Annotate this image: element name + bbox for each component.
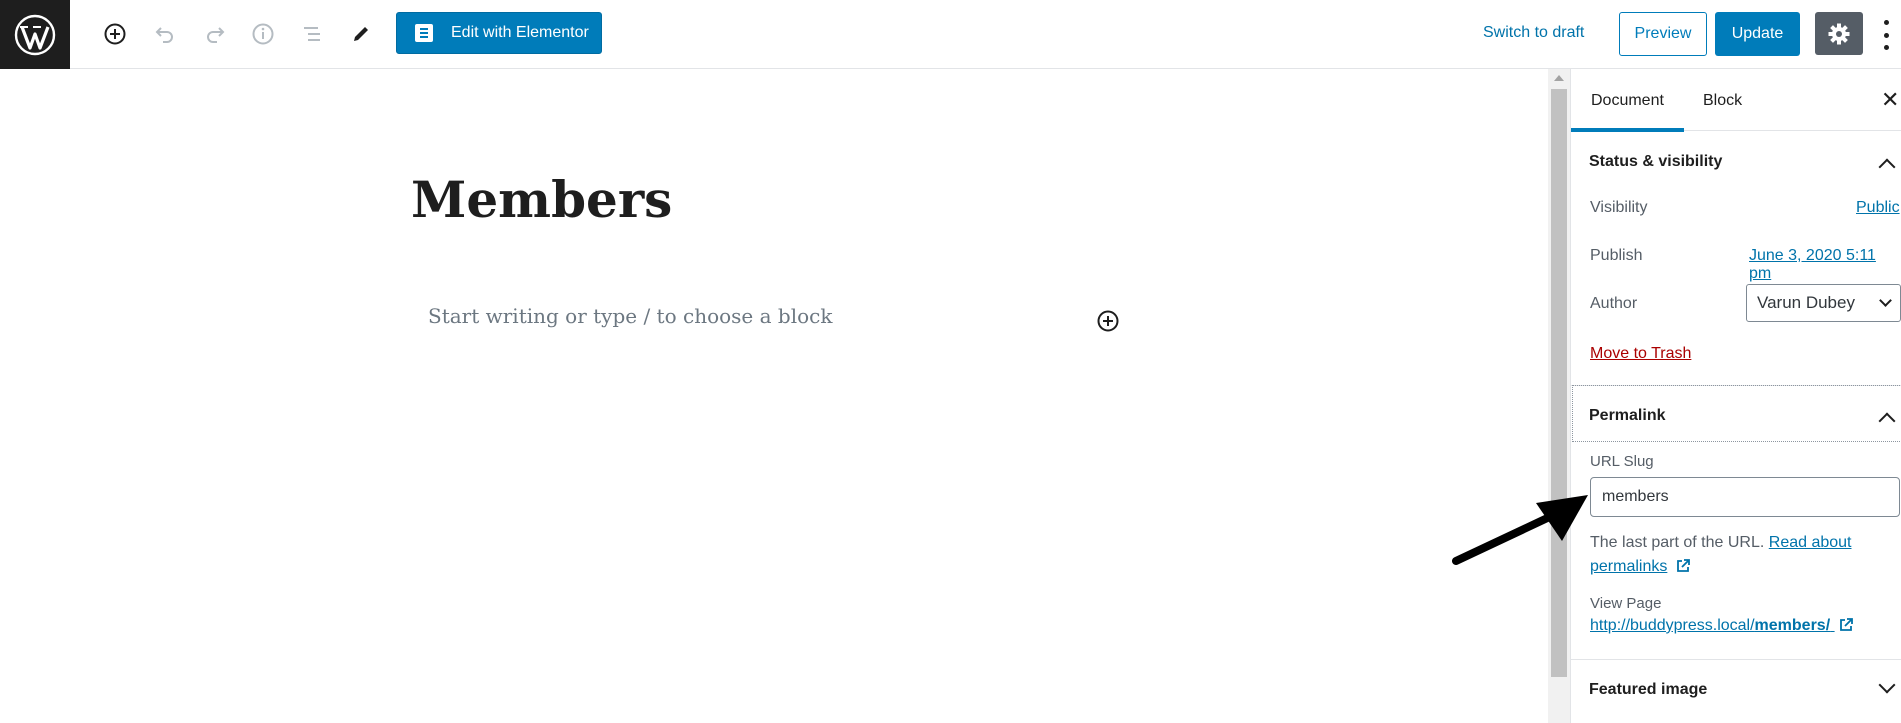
url-slug-value: members — [1602, 488, 1669, 505]
publish-label: Publish — [1590, 247, 1643, 264]
redo-button[interactable] — [195, 14, 235, 54]
preview-button[interactable]: Preview — [1619, 12, 1707, 56]
settings-button[interactable] — [1815, 12, 1863, 55]
visibility-label: Visibility — [1590, 199, 1648, 216]
add-block-icon — [1097, 310, 1119, 332]
add-block-button[interactable] — [95, 14, 135, 54]
post-title[interactable]: Members — [411, 170, 672, 229]
list-view-icon — [304, 27, 320, 41]
edit-with-elementor-button[interactable]: Edit with Elementor — [396, 12, 602, 54]
view-page-url-prefix: http://buddypress.local/ — [1590, 617, 1755, 634]
chevron-down-icon — [1879, 294, 1892, 307]
tab-document[interactable]: Document — [1571, 69, 1684, 132]
external-link-icon — [1676, 559, 1690, 572]
editor-toolbar: Edit with Elementor Switch to draft Prev… — [0, 0, 1901, 69]
undo-icon — [155, 27, 173, 43]
inline-inserter-button[interactable] — [1096, 309, 1120, 333]
status-visibility-panel-toggle[interactable]: Status & visibility — [1571, 131, 1901, 191]
add-block-icon — [104, 23, 126, 45]
external-link-icon — [1839, 618, 1853, 631]
wordpress-logo[interactable] — [0, 0, 70, 69]
edit-tools-icon — [354, 27, 368, 41]
author-select[interactable]: Varun Dubey — [1746, 284, 1901, 322]
block-placeholder[interactable]: Start writing or type / to choose a bloc… — [428, 304, 832, 328]
scrollbar-thumb[interactable] — [1551, 89, 1567, 677]
redo-icon — [207, 27, 225, 43]
settings-sidebar: Document Block ✕ Status & visibility Vis… — [1570, 69, 1901, 723]
editor-canvas: Members Start writing or type / to choos… — [0, 69, 1548, 723]
url-slug-input[interactable]: members — [1590, 477, 1900, 517]
view-page-link[interactable]: http://buddypress.local/members/ — [1590, 617, 1853, 635]
gear-icon — [1828, 23, 1850, 44]
content-info-button[interactable] — [243, 14, 283, 54]
permalink-help: The last part of the URL. Read about per… — [1590, 531, 1890, 579]
update-button[interactable]: Update — [1715, 12, 1800, 56]
move-to-trash-link[interactable]: Move to Trash — [1590, 345, 1691, 363]
switch-to-draft-button[interactable]: Switch to draft — [1483, 24, 1584, 42]
featured-image-panel-toggle[interactable]: Featured image — [1571, 659, 1901, 719]
permalink-help-text: The last part of the URL. — [1590, 534, 1765, 551]
status-visibility-heading: Status & visibility — [1589, 153, 1723, 170]
publish-date-link[interactable]: June 3, 2020 5:11 pm — [1749, 247, 1901, 283]
sidebar-tabs: Document Block ✕ — [1571, 69, 1901, 132]
annotation-arrow-icon — [1452, 495, 1588, 565]
tab-block[interactable]: Block — [1703, 69, 1742, 131]
visibility-toggle-link[interactable]: Public — [1856, 199, 1900, 217]
view-page-url-slug: members/ — [1754, 617, 1831, 634]
view-page-label: View Page — [1590, 595, 1662, 612]
chevron-up-icon — [1878, 158, 1896, 176]
scroll-up-arrow-icon[interactable] — [1554, 75, 1564, 81]
tools-button[interactable] — [341, 14, 381, 54]
info-icon — [252, 23, 274, 45]
block-navigation-button[interactable] — [292, 14, 332, 54]
undo-button[interactable] — [145, 14, 185, 54]
url-slug-label: URL Slug — [1590, 453, 1654, 470]
author-select-value: Varun Dubey — [1757, 293, 1855, 312]
more-options-icon[interactable] — [1876, 18, 1896, 52]
editor-scrollbar[interactable] — [1548, 69, 1570, 723]
chevron-up-icon — [1878, 412, 1896, 430]
featured-image-heading: Featured image — [1589, 681, 1708, 698]
permalink-heading: Permalink — [1589, 407, 1666, 424]
permalink-panel-toggle[interactable]: Permalink — [1571, 385, 1901, 445]
edit-with-elementor-label: Edit with Elementor — [451, 24, 589, 41]
elementor-icon — [415, 24, 433, 42]
close-sidebar-icon[interactable]: ✕ — [1881, 87, 1899, 113]
author-label: Author — [1590, 295, 1638, 312]
wordpress-logo-icon — [14, 14, 56, 55]
chevron-down-icon — [1878, 676, 1896, 694]
